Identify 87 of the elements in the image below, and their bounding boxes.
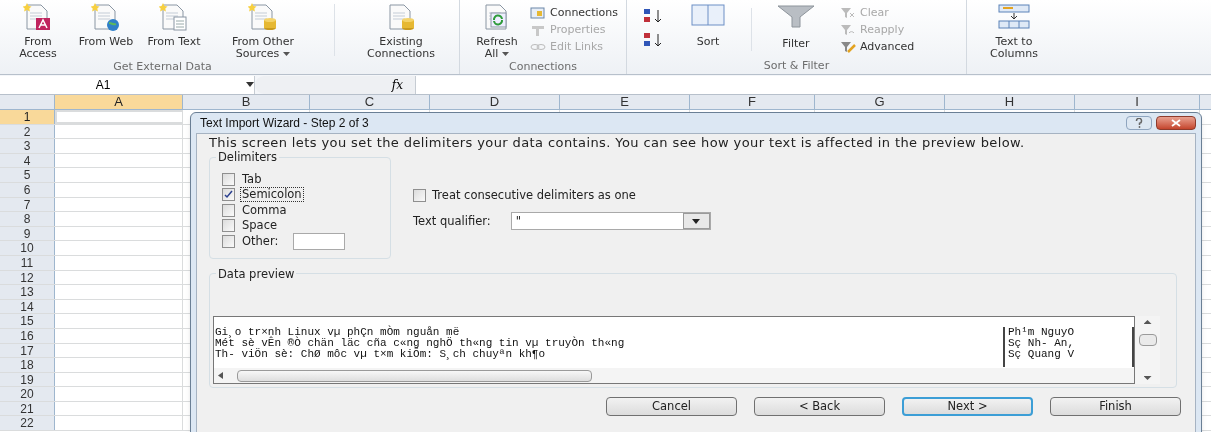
row-header[interactable]: 3 <box>0 139 55 153</box>
dialog-button[interactable]: Finish <box>1050 397 1181 416</box>
qualifier-dropdown[interactable]: " <box>510 212 711 231</box>
column-header[interactable]: F <box>690 95 815 109</box>
description-text: This screen lets you set the delimiters your data contains. You can see how your text is affected in the preview below. <box>209 137 1026 149</box>
question-icon <box>1135 118 1143 128</box>
group-label: Get External Data <box>113 60 212 73</box>
ribbon-button[interactable]: Refresh All <box>468 0 526 60</box>
dialog-title: Text Import Wizard - Step 2 of 3 <box>199 115 370 132</box>
checkbox-label[interactable]: Tab <box>241 172 263 186</box>
column-header[interactable]: G <box>815 95 945 109</box>
text-document-icon <box>159 2 189 32</box>
row-header[interactable]: 1 <box>0 110 55 124</box>
caret-icon <box>502 52 510 56</box>
horizontal-scrollbar[interactable] <box>214 368 1134 383</box>
preview-text: Sç Nh- An, <box>1008 338 1074 349</box>
dialog-button[interactable]: Next > <box>902 397 1033 416</box>
ribbon-small-button[interactable]: Connections <box>530 4 618 21</box>
row-header[interactable]: 15 <box>0 314 55 328</box>
database-document-icon <box>23 2 53 32</box>
name-box[interactable]: A1 <box>0 75 255 94</box>
globe-document-icon <box>91 2 121 32</box>
ribbon-button[interactable]: From Access <box>4 0 72 60</box>
row-header[interactable]: 13 <box>0 285 55 299</box>
formula-field[interactable] <box>415 75 1211 94</box>
caret-icon <box>692 218 701 224</box>
caret-icon <box>283 52 291 56</box>
checkbox-label[interactable]: Semicolon <box>241 188 303 201</box>
checkbox-label[interactable]: Space <box>241 219 279 232</box>
column-header[interactable]: C <box>310 95 430 109</box>
ribbon-small-button[interactable]: Advanced <box>840 38 950 55</box>
row-header[interactable]: 5 <box>0 168 55 182</box>
ribbon-button[interactable]: From Other Sources <box>208 0 318 60</box>
ribbon-button[interactable]: Existing Connections <box>351 0 451 60</box>
group-title: Delimiters <box>216 150 280 164</box>
help-button[interactable] <box>1126 116 1152 130</box>
ribbon-button[interactable]: From Text <box>140 0 208 60</box>
preview-text: Th- viÖn sè: ChØ môc vµ t×m kiÕm: S¸ch chuyªn kh¶o <box>215 349 546 360</box>
checkbox-label[interactable]: Treat consecutive delimiters as one <box>432 187 636 205</box>
filter-button[interactable]: Filter <box>772 4 820 55</box>
row-header[interactable]: 22 <box>0 416 55 431</box>
insert-function-button[interactable]: fx <box>391 75 403 94</box>
caret-icon <box>246 82 254 87</box>
column-header[interactable]: B <box>183 95 310 109</box>
database-document-icon <box>248 2 278 32</box>
scroll-left-icon[interactable] <box>218 372 223 379</box>
checkbox[interactable] <box>222 234 235 248</box>
column-header[interactable]: I <box>1075 95 1200 109</box>
sort-button[interactable]: Sort <box>685 4 731 55</box>
checkbox[interactable] <box>222 203 235 217</box>
close-icon <box>1171 119 1181 127</box>
other-delimiter-field[interactable] <box>293 232 346 250</box>
dialog-button[interactable]: Cancel <box>606 397 737 416</box>
field-label: Text qualifier: <box>413 212 491 230</box>
checkbox[interactable] <box>222 172 235 186</box>
checkbox[interactable] <box>222 188 235 201</box>
checkbox-label[interactable]: Comma <box>241 203 288 217</box>
column-header[interactable]: H <box>945 95 1075 109</box>
row-header[interactable]: 20 <box>0 387 55 401</box>
row-header[interactable]: 10 <box>0 241 55 255</box>
dialog-button[interactable]: < Back <box>754 397 885 416</box>
group-label: Sort & Filter <box>763 59 830 72</box>
preview-text: Mét sè vÊn ®Ò chän läc cña c«ng nghÖ th«ng tin vµ truyÒn th«ng <box>215 338 625 349</box>
ribbon-button[interactable]: Text to Columns <box>979 0 1049 60</box>
active-cell[interactable] <box>55 110 183 124</box>
row-header[interactable]: 18 <box>0 358 55 372</box>
sort-icon <box>691 4 725 26</box>
row-header[interactable]: 8 <box>0 212 55 226</box>
funnel-icon <box>776 4 816 28</box>
preview-text: Sç Quang V <box>1008 349 1074 360</box>
database-document-icon <box>386 2 416 32</box>
column-header[interactable]: A <box>55 95 183 109</box>
column-header[interactable]: E <box>560 95 690 109</box>
column-header[interactable]: D <box>430 95 560 109</box>
checkbox[interactable] <box>222 219 235 232</box>
checkbox-label[interactable]: Other: <box>241 234 280 248</box>
columns-split-icon <box>997 2 1031 32</box>
connection-icon <box>530 5 546 20</box>
group-label: Connections <box>509 60 577 73</box>
checkbox[interactable] <box>413 189 426 203</box>
ribbon-button[interactable]: From Web <box>72 0 140 60</box>
group-title: Data preview <box>216 267 297 281</box>
funnel-clear-icon <box>840 5 856 20</box>
close-button[interactable] <box>1156 116 1196 130</box>
vertical-scrollbar[interactable] <box>1135 316 1160 384</box>
funnel-pencil-icon <box>840 39 856 54</box>
funnel-reapply-icon <box>840 22 856 37</box>
